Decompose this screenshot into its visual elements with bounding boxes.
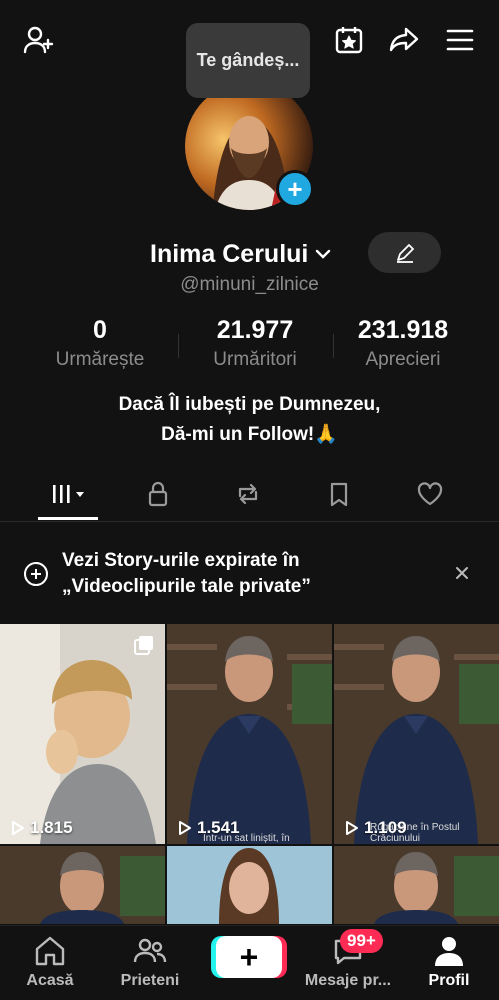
stat-divider <box>178 334 179 358</box>
video-grid: 1.815 Într-un sat liniștit, în 1.541 Rug… <box>0 624 499 924</box>
video-thumbnail <box>334 846 499 924</box>
thought-bubble[interactable]: Te gândeș... <box>186 23 310 98</box>
stats-row: 0 Urmărește 21.977 Urmăritori 231.918 Ap… <box>0 316 499 376</box>
tab-saved[interactable] <box>299 470 379 518</box>
expired-stories-banner[interactable]: Vezi Story-urile expirate în „Videoclipu… <box>0 523 499 623</box>
video-thumbnail <box>334 624 499 844</box>
add-friend-icon[interactable] <box>20 22 56 58</box>
nav-label: Prieteni <box>120 972 180 989</box>
following-count: 0 <box>93 316 107 344</box>
bio-line: Dacă Îl iubești pe Dumnezeu, <box>118 394 381 415</box>
view-count: 1.109 <box>342 818 407 838</box>
bio[interactable]: Dacă Îl iubești pe Dumnezeu, Dă-mi un Fo… <box>0 390 499 450</box>
nav-home[interactable]: Acasă <box>5 934 95 990</box>
view-count-value: 1.815 <box>30 818 73 837</box>
thought-text: Te gândeș... <box>196 50 300 70</box>
video-tile[interactable]: Rugăciune în Postul Crăciunului 1.109 <box>334 624 499 844</box>
stat-followers[interactable]: 21.977 Urmăritori <box>190 316 320 371</box>
multi-photo-icon <box>134 636 153 655</box>
profile-icon <box>435 937 463 966</box>
followers-count: 21.977 <box>216 316 294 344</box>
followers-label: Urmăritori <box>213 349 297 370</box>
story-plus-icon <box>24 562 48 586</box>
home-icon <box>35 936 65 966</box>
favorites-calendar-icon[interactable] <box>331 22 367 58</box>
username: @minuni_zilnice <box>180 274 319 295</box>
messages-badge: 99+ <box>340 929 383 953</box>
nav-label: Acasă <box>26 972 74 989</box>
view-count: 1.815 <box>8 818 73 838</box>
banner-line: „Videoclipurile tale private” <box>62 576 311 597</box>
video-tile[interactable]: 1.815 <box>0 624 165 844</box>
video-thumbnail <box>0 846 165 924</box>
tab-liked[interactable] <box>390 470 470 518</box>
share-icon[interactable] <box>386 22 422 58</box>
close-icon[interactable] <box>450 561 474 585</box>
heart-icon <box>417 482 443 506</box>
videos-grid-icon <box>53 485 84 503</box>
video-tile[interactable] <box>334 846 499 924</box>
bookmark-icon <box>330 482 348 507</box>
friends-icon <box>133 938 167 963</box>
play-icon <box>12 821 24 835</box>
video-thumbnail <box>167 846 332 924</box>
nav-label: Profil <box>428 972 470 989</box>
banner-text: Vezi Story-urile expirate în „Videoclipu… <box>62 548 442 600</box>
pencil-icon <box>396 243 414 263</box>
video-tile[interactable] <box>0 846 165 924</box>
following-label: Urmărește <box>55 349 145 370</box>
nav-label: Mesaje pr... <box>304 972 392 989</box>
stat-divider <box>333 334 334 358</box>
tab-reposts[interactable] <box>208 470 288 518</box>
chevron-down-icon <box>316 249 331 259</box>
view-count-value: 1.109 <box>364 818 407 837</box>
video-thumbnail <box>167 624 332 844</box>
edit-profile-button[interactable] <box>368 232 441 273</box>
video-tile[interactable] <box>167 846 332 924</box>
repost-icon <box>238 483 258 505</box>
add-story-button[interactable]: + <box>276 170 314 208</box>
tab-private[interactable] <box>118 470 198 518</box>
active-tab-indicator <box>38 517 98 520</box>
bio-line: Dă-mi un Follow!🙏 <box>161 424 338 445</box>
video-thumbnail <box>0 624 165 844</box>
view-count: 1.541 <box>175 818 240 838</box>
stat-likes[interactable]: 231.918 Aprecieri <box>343 316 463 371</box>
content-tabs <box>0 470 499 522</box>
lock-icon <box>148 481 168 507</box>
menu-icon[interactable] <box>442 22 478 58</box>
video-tile[interactable]: Într-un sat liniștit, în 1.541 <box>167 624 332 844</box>
banner-line: Vezi Story-urile expirate în <box>62 550 300 571</box>
nav-friends[interactable]: Prieteni <box>105 934 195 990</box>
play-icon <box>346 821 358 835</box>
view-count-value: 1.541 <box>197 818 240 837</box>
likes-label: Aprecieri <box>365 349 441 370</box>
plus-icon: + <box>239 939 259 975</box>
nav-profile[interactable]: Profil <box>404 934 494 990</box>
likes-count: 231.918 <box>357 316 449 344</box>
tab-videos[interactable] <box>28 470 108 518</box>
stat-following[interactable]: 0 Urmărește <box>40 316 160 371</box>
play-icon <box>179 821 191 835</box>
bottom-nav: Acasă Prieteni + 99+ Mesaje pr... Profil <box>0 925 499 1000</box>
display-name: Inima Cerului <box>150 239 309 268</box>
create-button[interactable]: + <box>216 936 282 978</box>
name-row[interactable]: Inima Cerului <box>150 236 334 272</box>
